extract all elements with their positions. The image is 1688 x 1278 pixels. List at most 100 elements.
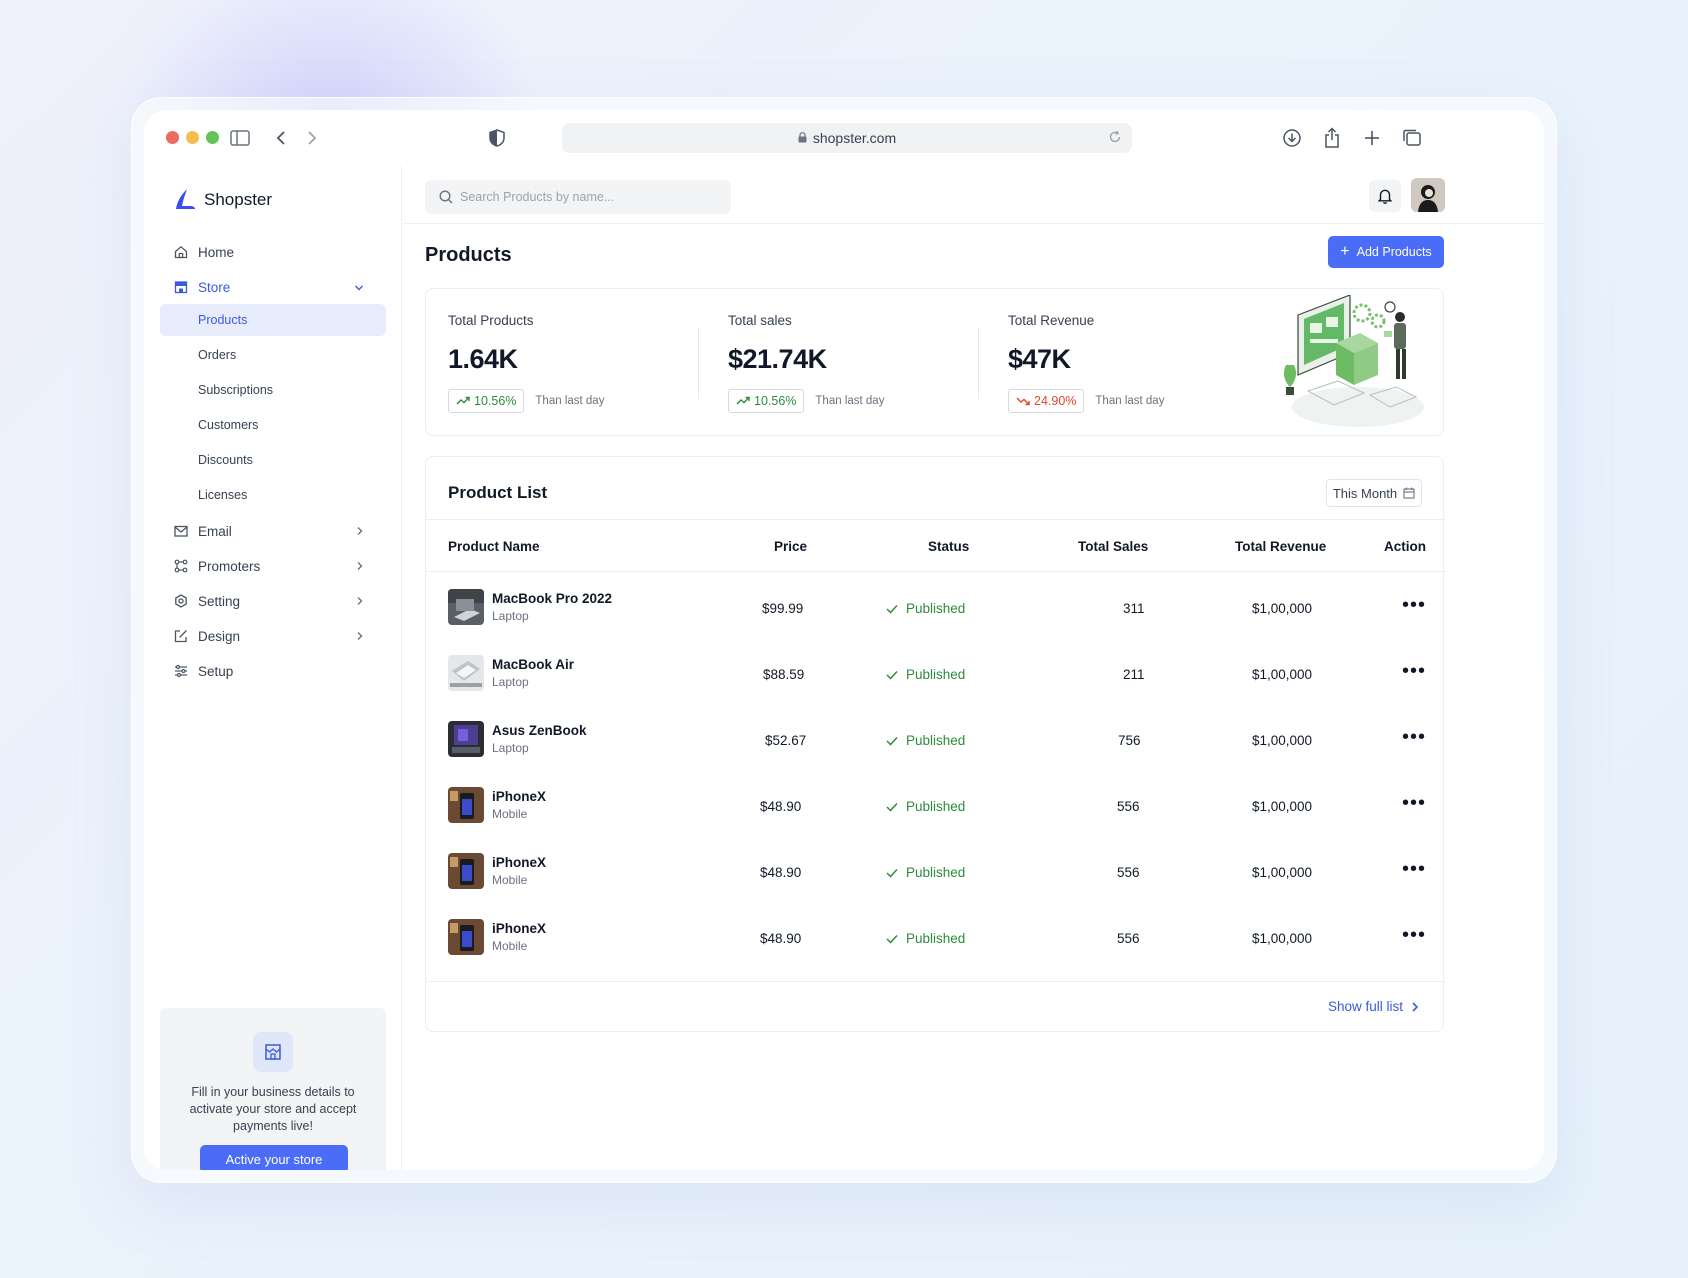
search-placeholder: Search Products by name... bbox=[460, 190, 615, 204]
sidebar-item-promoters[interactable]: Promoters bbox=[174, 554, 374, 578]
status-badge: Published bbox=[886, 733, 965, 748]
sidebar-item-label: Home bbox=[198, 244, 235, 260]
sidebar-subitem-label: Discounts bbox=[198, 453, 253, 467]
trend-value: 10.56% bbox=[754, 394, 797, 408]
sliders-icon bbox=[174, 663, 190, 679]
table-row[interactable]: iPhoneX Mobile $48.90 Published 556 $1,0… bbox=[426, 905, 1445, 971]
add-products-button[interactable]: + Add Products bbox=[1328, 236, 1444, 268]
show-full-list-label: Show full list bbox=[1328, 999, 1404, 1014]
tabs-overview-icon[interactable] bbox=[1400, 126, 1424, 150]
activate-store-button[interactable]: Active your store bbox=[200, 1145, 348, 1170]
sidebar-toggle-icon[interactable] bbox=[228, 126, 252, 150]
status-badge: Published bbox=[886, 799, 965, 814]
product-thumbnail bbox=[448, 589, 484, 625]
new-tab-icon[interactable] bbox=[1360, 126, 1384, 150]
store-icon bbox=[253, 1032, 293, 1072]
table-row[interactable]: iPhoneX Mobile $48.90 Published 556 $1,0… bbox=[426, 773, 1445, 839]
sidebar-item-home[interactable]: Home bbox=[174, 240, 374, 264]
sidebar: Shopster Home Store Products Orders Subs… bbox=[144, 166, 402, 1170]
more-actions-icon[interactable]: ••• bbox=[1402, 727, 1426, 747]
status-label: Published bbox=[906, 799, 966, 814]
shield-icon[interactable] bbox=[485, 126, 509, 150]
sidebar-subitem-discounts[interactable]: Discounts bbox=[160, 444, 386, 476]
product-total-sales: 556 bbox=[1117, 799, 1140, 814]
maximize-window-button[interactable] bbox=[206, 131, 219, 144]
column-header-status: Status bbox=[928, 539, 970, 554]
sidebar-subitem-orders[interactable]: Orders bbox=[160, 339, 386, 371]
sidebar-item-label: Email bbox=[198, 523, 232, 539]
forward-icon[interactable] bbox=[300, 126, 324, 150]
date-filter-label: This Month bbox=[1332, 485, 1398, 501]
stat-total-sales: Total sales $21.74K 10.56% Than last day bbox=[728, 313, 968, 413]
download-icon[interactable] bbox=[1280, 126, 1304, 150]
product-price: $99.99 bbox=[762, 601, 804, 616]
product-category: Laptop bbox=[492, 675, 529, 689]
mail-icon bbox=[174, 523, 190, 539]
sidebar-subitem-products[interactable]: Products bbox=[160, 304, 386, 336]
calendar-icon bbox=[1403, 487, 1415, 499]
table-row[interactable]: MacBook Air Laptop $88.59 Published 211 … bbox=[426, 641, 1445, 707]
product-total-sales: 311 bbox=[1123, 601, 1145, 616]
more-actions-icon[interactable]: ••• bbox=[1402, 859, 1426, 879]
status-label: Published bbox=[906, 865, 966, 880]
reload-icon[interactable] bbox=[1108, 130, 1122, 147]
sidebar-item-label: Store bbox=[198, 279, 231, 295]
address-bar[interactable]: shopster.com bbox=[562, 123, 1132, 153]
more-actions-icon[interactable]: ••• bbox=[1402, 595, 1426, 615]
sidebar-item-label: Setup bbox=[198, 663, 234, 679]
share-icon[interactable] bbox=[1320, 126, 1344, 150]
sidebar-item-email[interactable]: Email bbox=[174, 519, 374, 543]
trend-note: Than last day bbox=[1095, 395, 1165, 407]
stat-value: $21.74K bbox=[728, 344, 827, 374]
sidebar-item-setting[interactable]: Setting bbox=[174, 589, 374, 613]
chevron-right-icon bbox=[356, 594, 364, 609]
table-row[interactable]: iPhoneX Mobile $48.90 Published 556 $1,0… bbox=[426, 839, 1445, 905]
sidebar-item-label: Setting bbox=[198, 593, 241, 609]
browser-window: shopster.com Shopster Home Store Product… bbox=[144, 110, 1544, 1170]
trend-note: Than last day bbox=[815, 395, 885, 407]
stat-value: 1.64K bbox=[448, 344, 518, 374]
search-icon bbox=[439, 190, 453, 204]
product-thumbnail bbox=[448, 655, 484, 691]
bell-icon bbox=[1378, 189, 1392, 204]
sidebar-subitem-label: Subscriptions bbox=[198, 383, 274, 397]
table-row[interactable]: Asus ZenBook Laptop $52.67 Published 756… bbox=[426, 707, 1445, 773]
minimize-window-button[interactable] bbox=[186, 131, 199, 144]
divider bbox=[426, 571, 1445, 572]
sidebar-subitem-label: Orders bbox=[198, 348, 237, 362]
more-actions-icon[interactable]: ••• bbox=[1402, 793, 1426, 813]
promo-text: Fill in your business details to activat… bbox=[189, 1085, 357, 1133]
divider bbox=[426, 981, 1445, 982]
column-header-product-name: Product Name bbox=[448, 539, 540, 554]
sidebar-item-setup[interactable]: Setup bbox=[174, 659, 374, 683]
chevron-down-icon bbox=[354, 280, 364, 295]
trend-up-icon bbox=[736, 396, 750, 406]
sidebar-item-label: Promoters bbox=[198, 558, 261, 574]
home-icon bbox=[174, 244, 190, 260]
back-icon[interactable] bbox=[269, 126, 293, 150]
sidebar-item-design[interactable]: Design bbox=[174, 624, 374, 648]
more-actions-icon[interactable]: ••• bbox=[1402, 925, 1426, 945]
notifications-button[interactable] bbox=[1369, 180, 1401, 212]
date-filter-button[interactable]: This Month bbox=[1326, 479, 1422, 507]
more-actions-icon[interactable]: ••• bbox=[1402, 661, 1426, 681]
close-window-button[interactable] bbox=[166, 131, 179, 144]
sidebar-subitem-licenses[interactable]: Licenses bbox=[160, 479, 386, 511]
product-price: $88.59 bbox=[763, 667, 805, 682]
sidebar-subitem-subscriptions[interactable]: Subscriptions bbox=[160, 374, 386, 406]
product-thumbnail bbox=[448, 721, 484, 757]
brand-logo[interactable]: Shopster bbox=[174, 188, 272, 212]
search-input[interactable]: Search Products by name... bbox=[425, 180, 731, 214]
sidebar-item-store[interactable]: Store bbox=[174, 275, 374, 299]
divider bbox=[426, 519, 1445, 520]
stat-label: Total sales bbox=[728, 313, 792, 328]
table-row[interactable]: MacBook Pro 2022 Laptop $99.99 Published… bbox=[426, 575, 1445, 641]
user-avatar[interactable] bbox=[1411, 178, 1445, 212]
show-full-list-link[interactable]: Show full list bbox=[1328, 999, 1419, 1014]
status-badge: Published bbox=[886, 667, 965, 682]
column-header-total-revenue: Total Revenue bbox=[1235, 539, 1327, 554]
sidebar-subitem-customers[interactable]: Customers bbox=[160, 409, 386, 441]
trend-up-icon bbox=[456, 396, 470, 406]
trend-badge: 10.56% bbox=[728, 389, 805, 413]
stat-value: $47K bbox=[1008, 344, 1071, 374]
